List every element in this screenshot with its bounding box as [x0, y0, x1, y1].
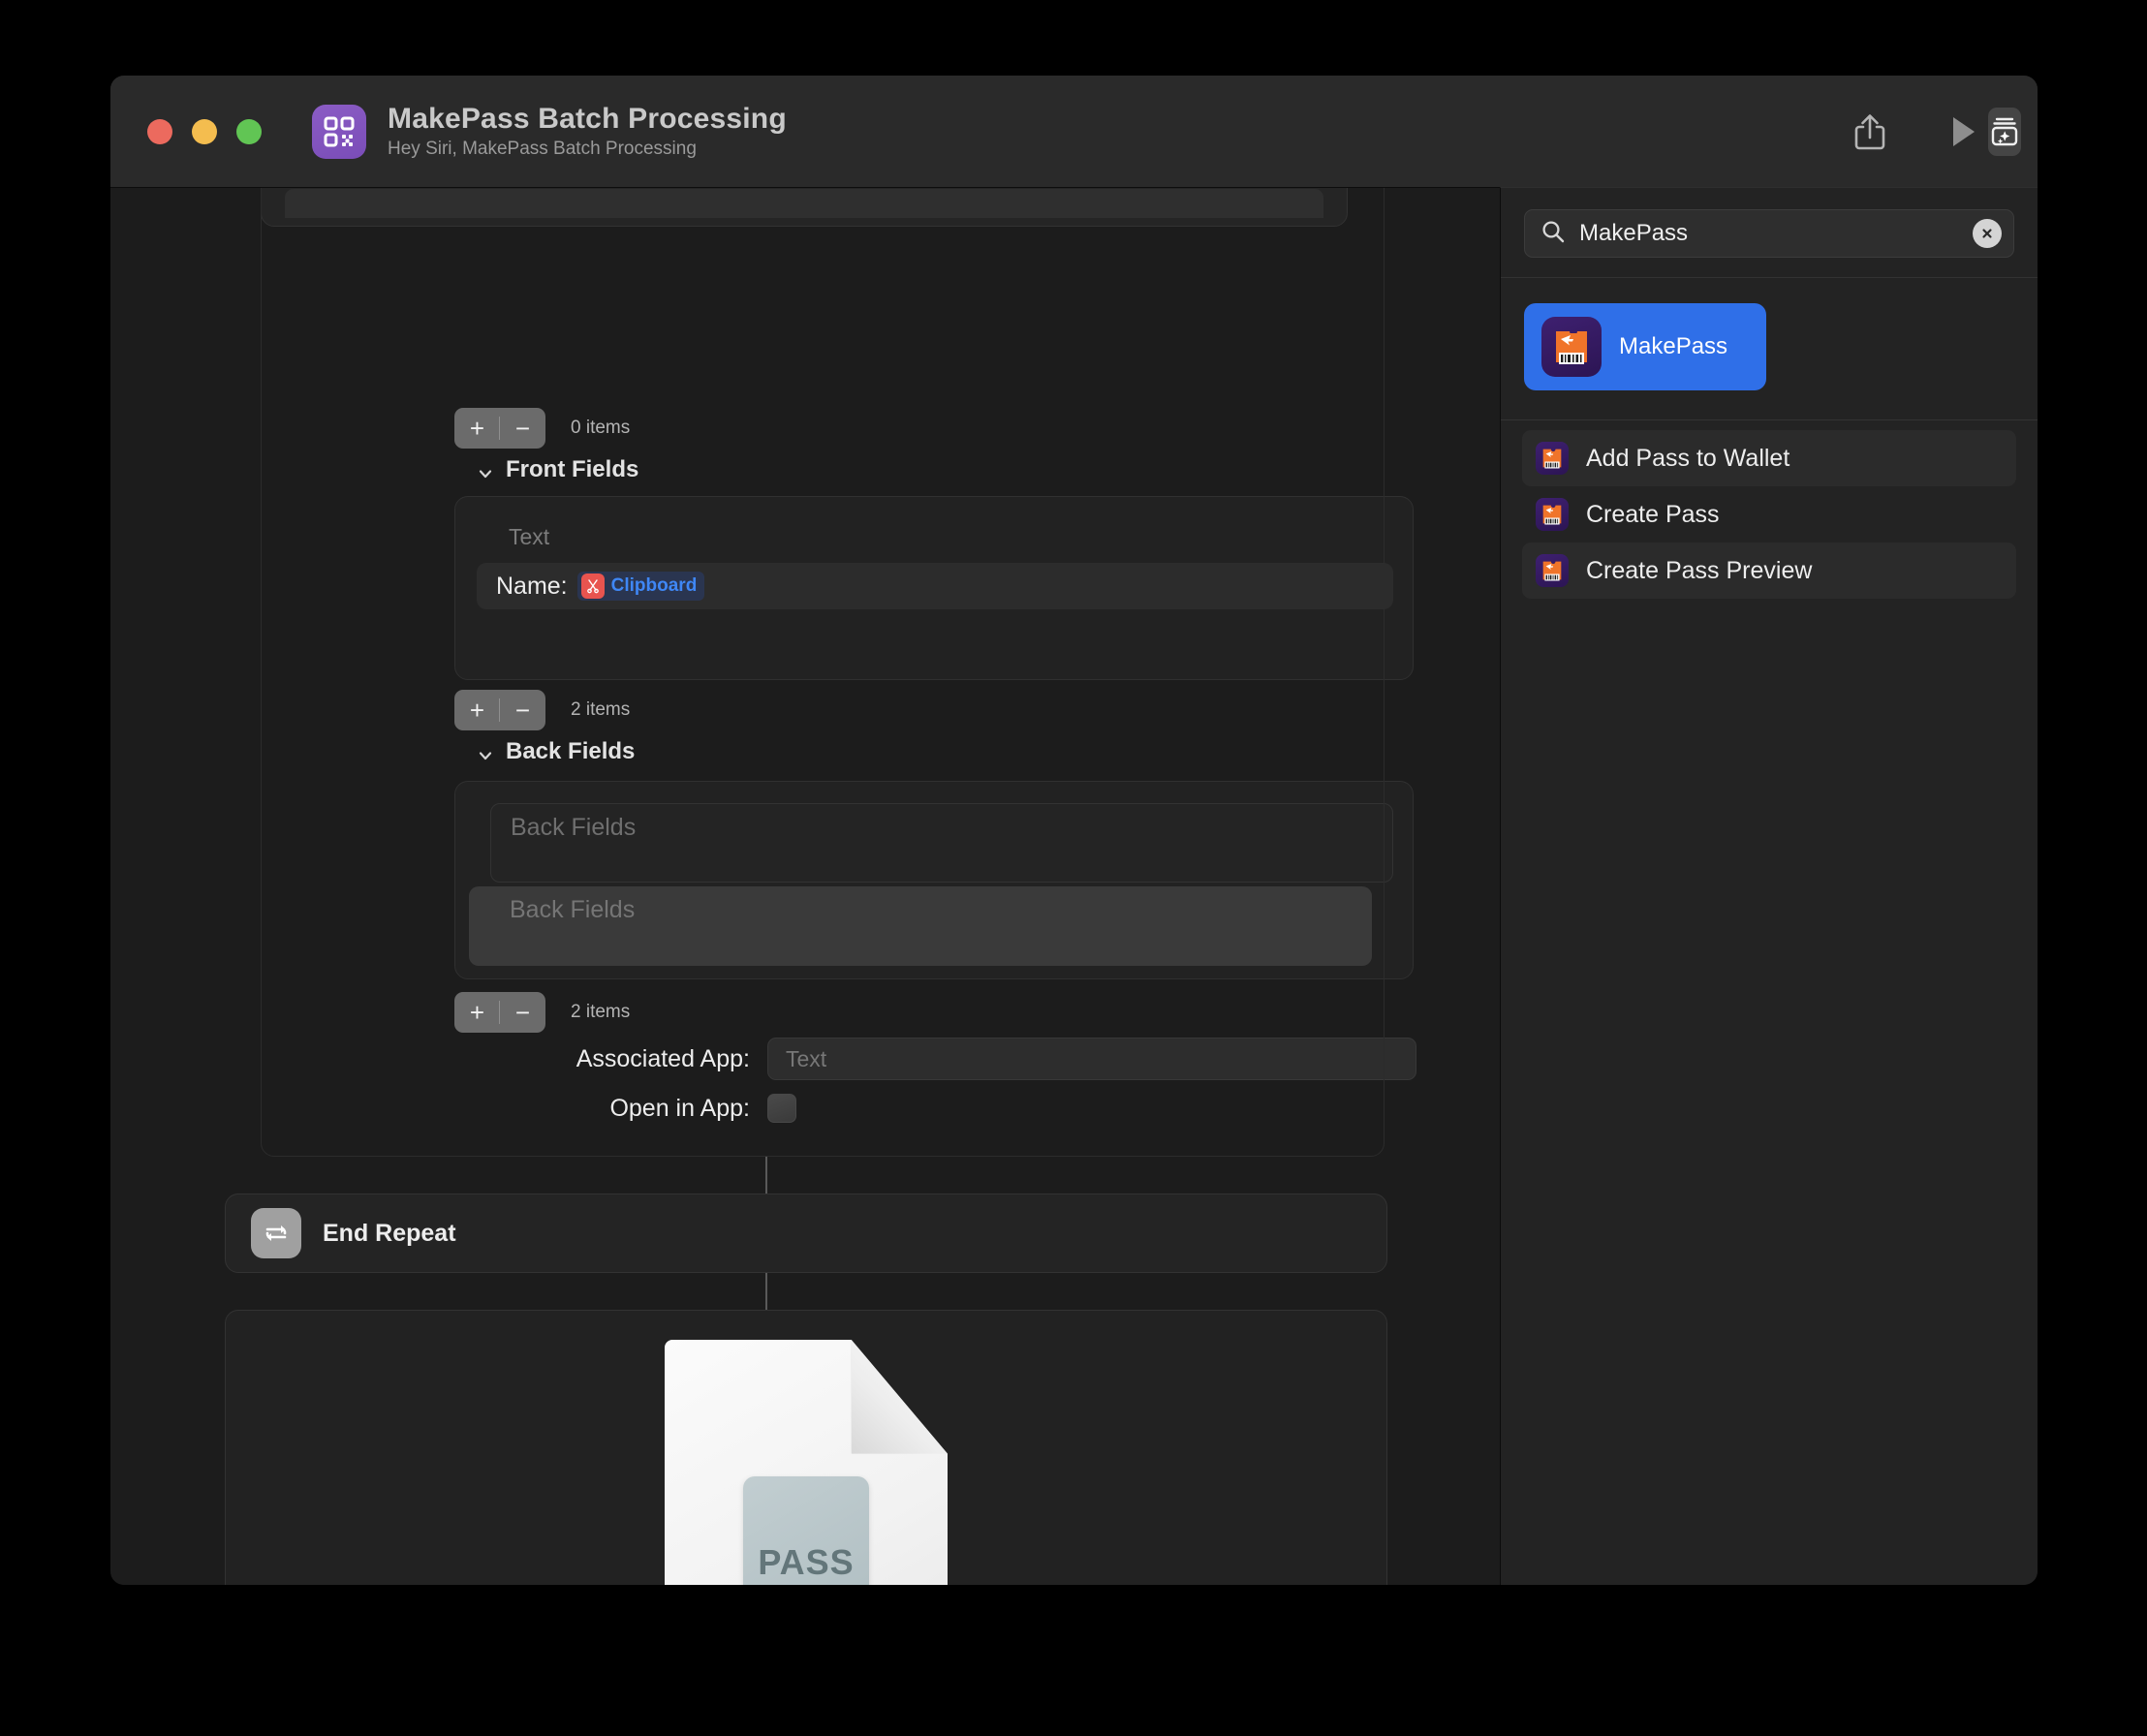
- front-fields-stepper-row: + − 2 items: [454, 690, 630, 730]
- app-results-section: MakePass: [1501, 278, 2038, 419]
- clipped-input: [285, 189, 1323, 218]
- pass-badge: PASS: [743, 1476, 869, 1585]
- action-item-label: Create Pass: [1586, 500, 1720, 528]
- action-item-create-pass[interactable]: Create Pass: [1522, 486, 2016, 542]
- clear-icon[interactable]: [1973, 219, 2002, 248]
- close-button[interactable]: [147, 118, 172, 144]
- associated-app-label: Associated App:: [576, 1044, 750, 1072]
- back-fields-stepper[interactable]: + −: [454, 992, 545, 1033]
- flow-connector: [765, 1273, 767, 1310]
- page-fold-icon: [851, 1340, 948, 1454]
- window-titlebar: MakePass Batch Processing Hey Siri, Make…: [110, 76, 2038, 187]
- flow-connector: [765, 1157, 767, 1194]
- front-field-value[interactable]: Name: Clipboard: [477, 563, 1393, 609]
- zoom-button[interactable]: [236, 118, 262, 144]
- action-results-list: Add Pass to Wallet Create Pass Create Pa…: [1501, 420, 2038, 599]
- associated-app-input[interactable]: Text: [767, 1038, 1416, 1080]
- makepass-app-icon: [1541, 317, 1602, 377]
- back-field-row-2[interactable]: Back Fields: [469, 886, 1372, 966]
- remove-item-button[interactable]: −: [500, 690, 545, 730]
- back-fields-label: Back Fields: [506, 738, 636, 764]
- front-fields-section-header[interactable]: Front Fields: [477, 456, 638, 483]
- pass-file-preview[interactable]: PASS Page 1 of 5: [665, 1340, 948, 1585]
- page-title: MakePass Batch Processing: [388, 103, 787, 136]
- front-fields-count: 2 items: [571, 699, 631, 720]
- shortcut-editor: + − 0 items Front Fields Text Name: Clip…: [110, 187, 1500, 1585]
- shortcuts-window: MakePass Batch Processing Hey Siri, Make…: [110, 76, 2038, 1585]
- add-item-button[interactable]: +: [454, 690, 500, 730]
- action-library-sidebar: MakePass MakePass Add Pass to Wallet Cre…: [1500, 187, 2038, 1585]
- action-item-label: Add Pass to Wallet: [1586, 444, 1790, 472]
- front-fields-group: Text Name: Clipboard: [454, 496, 1414, 680]
- add-item-button[interactable]: +: [454, 992, 500, 1033]
- remove-item-button[interactable]: −: [500, 408, 545, 449]
- front-fields-label: Front Fields: [506, 456, 639, 482]
- share-icon[interactable]: [1853, 112, 1886, 151]
- back-fields-stepper-row: + − 2 items: [454, 992, 630, 1033]
- back-fields-count: 2 items: [571, 1002, 631, 1022]
- search-icon: [1540, 219, 1566, 249]
- clipboard-token-label: Clipboard: [610, 575, 698, 596]
- repeat-icon: [251, 1208, 301, 1258]
- back-fields-group: Back Fields Back Fields: [454, 781, 1414, 979]
- output-preview-panel: PASS Page 1 of 5: [225, 1310, 1387, 1585]
- search-value: MakePass: [1579, 220, 1689, 246]
- makepass-action-icon: [1536, 442, 1569, 475]
- back-field-2-placeholder: Back Fields: [510, 896, 636, 923]
- back-field-row-1[interactable]: Back Fields: [490, 803, 1393, 883]
- front-field-placeholder: Text: [509, 524, 550, 549]
- action-item-label: Create Pass Preview: [1586, 556, 1813, 584]
- qr-code-icon: [312, 104, 366, 159]
- open-in-app-row: Open in App:: [440, 1094, 1418, 1123]
- associated-app-row: Associated App: Text: [440, 1038, 1418, 1080]
- action-library-icon[interactable]: [1988, 107, 2021, 156]
- title-group: MakePass Batch Processing Hey Siri, Make…: [312, 103, 787, 159]
- front-field-name-label: Name:: [496, 572, 568, 600]
- back-field-1-placeholder: Back Fields: [511, 814, 637, 841]
- open-in-app-checkbox[interactable]: [767, 1094, 796, 1123]
- back-fields-section-header[interactable]: Back Fields: [477, 738, 635, 765]
- clipped-action-card: [261, 188, 1348, 227]
- end-repeat-action[interactable]: End Repeat: [225, 1194, 1387, 1273]
- search-input[interactable]: MakePass: [1524, 209, 2014, 258]
- minimize-button[interactable]: [192, 118, 217, 144]
- front-fields-stepper[interactable]: + −: [454, 690, 545, 730]
- play-icon[interactable]: [1950, 115, 1977, 148]
- add-item-button[interactable]: +: [454, 408, 500, 449]
- makepass-action-icon: [1536, 498, 1569, 531]
- window-body: + − 0 items Front Fields Text Name: Clip…: [110, 187, 2038, 1585]
- associated-app-placeholder: Text: [786, 1045, 827, 1071]
- traffic-lights: [147, 118, 262, 144]
- front-images-stepper-row: + − 0 items: [454, 408, 630, 449]
- remove-item-button[interactable]: −: [500, 992, 545, 1033]
- page-subtitle: Hey Siri, MakePass Batch Processing: [388, 138, 697, 159]
- front-images-stepper[interactable]: + −: [454, 408, 545, 449]
- chevron-down-icon: [477, 462, 494, 480]
- action-item-add-pass-to-wallet[interactable]: Add Pass to Wallet: [1522, 430, 2016, 486]
- search-area: MakePass: [1501, 188, 2038, 277]
- makepass-action-icon: [1536, 554, 1569, 587]
- front-images-count: 0 items: [571, 418, 631, 438]
- chevron-down-icon: [477, 744, 494, 761]
- clipboard-token[interactable]: Clipboard: [576, 572, 705, 601]
- app-result-label: MakePass: [1619, 332, 1728, 359]
- end-repeat-label: End Repeat: [323, 1219, 456, 1247]
- scissors-icon: [580, 574, 605, 599]
- titlebar-actions: [1500, 76, 2038, 187]
- app-result-makepass[interactable]: MakePass: [1524, 303, 1766, 390]
- action-item-create-pass-preview[interactable]: Create Pass Preview: [1522, 542, 2016, 599]
- open-in-app-label: Open in App:: [609, 1094, 750, 1122]
